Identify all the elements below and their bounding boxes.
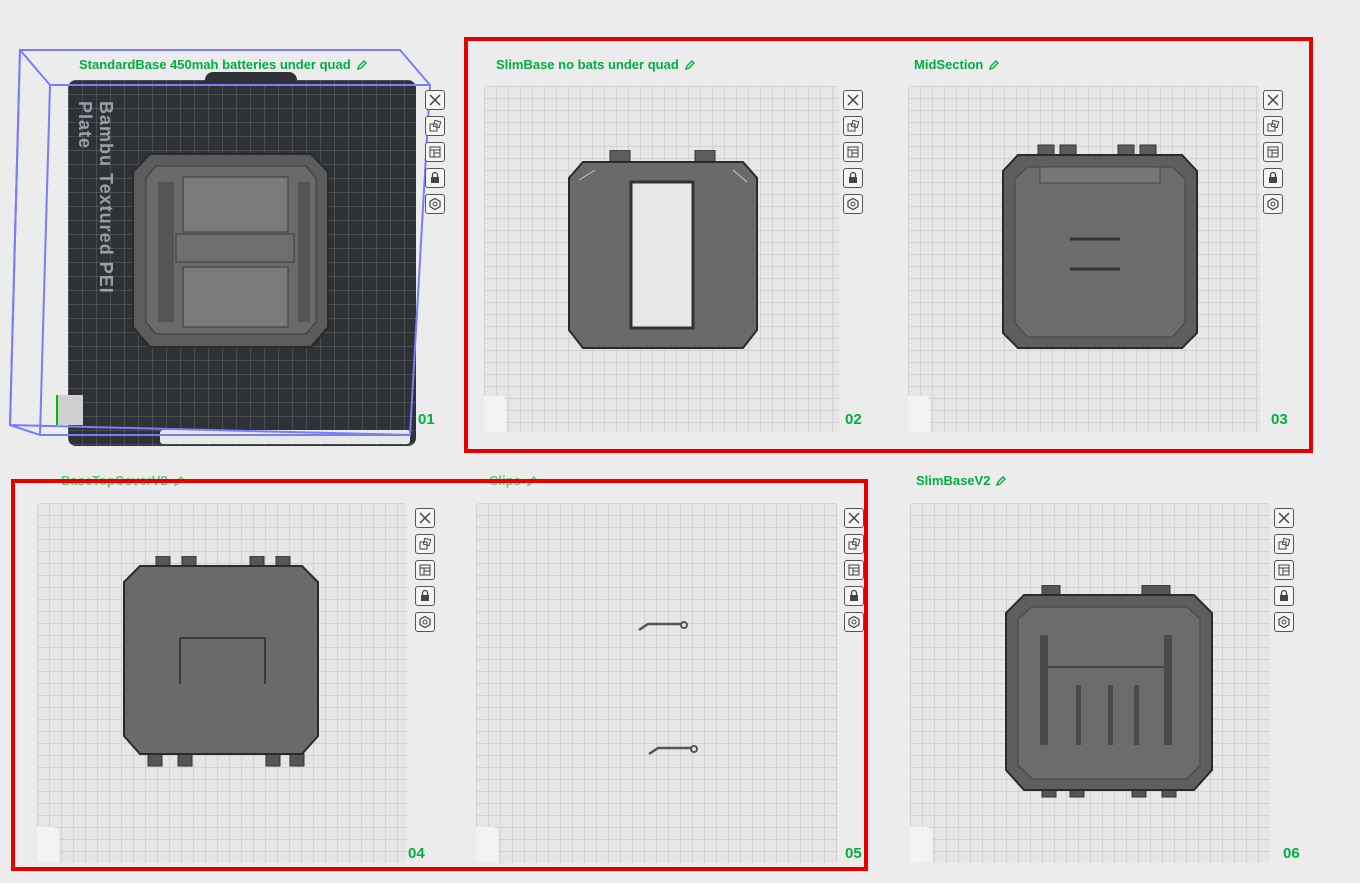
lock-icon[interactable]	[1274, 586, 1294, 606]
plate-toolbar-06	[1274, 508, 1294, 632]
close-icon[interactable]	[425, 90, 445, 110]
layout-icon[interactable]	[1274, 560, 1294, 580]
edit-icon[interactable]	[995, 475, 1007, 487]
selection-bounding-box	[8, 49, 432, 437]
lock-icon[interactable]	[425, 168, 445, 188]
highlight-box-top	[464, 37, 1313, 453]
plate-number-01: 01	[418, 411, 435, 428]
plate-number-06: 06	[1283, 845, 1300, 862]
settings-icon[interactable]	[1274, 612, 1294, 632]
highlight-box-bottom	[11, 479, 868, 871]
arrange-icon[interactable]	[1274, 534, 1294, 554]
plate-title-06[interactable]: SlimBaseV2	[916, 473, 1007, 488]
arrange-icon[interactable]	[425, 116, 445, 136]
layout-icon[interactable]	[425, 142, 445, 162]
plate-toolbar-01	[425, 90, 445, 214]
settings-icon[interactable]	[425, 194, 445, 214]
close-icon[interactable]	[1274, 508, 1294, 528]
model-slimbasev2[interactable]	[1002, 585, 1217, 800]
